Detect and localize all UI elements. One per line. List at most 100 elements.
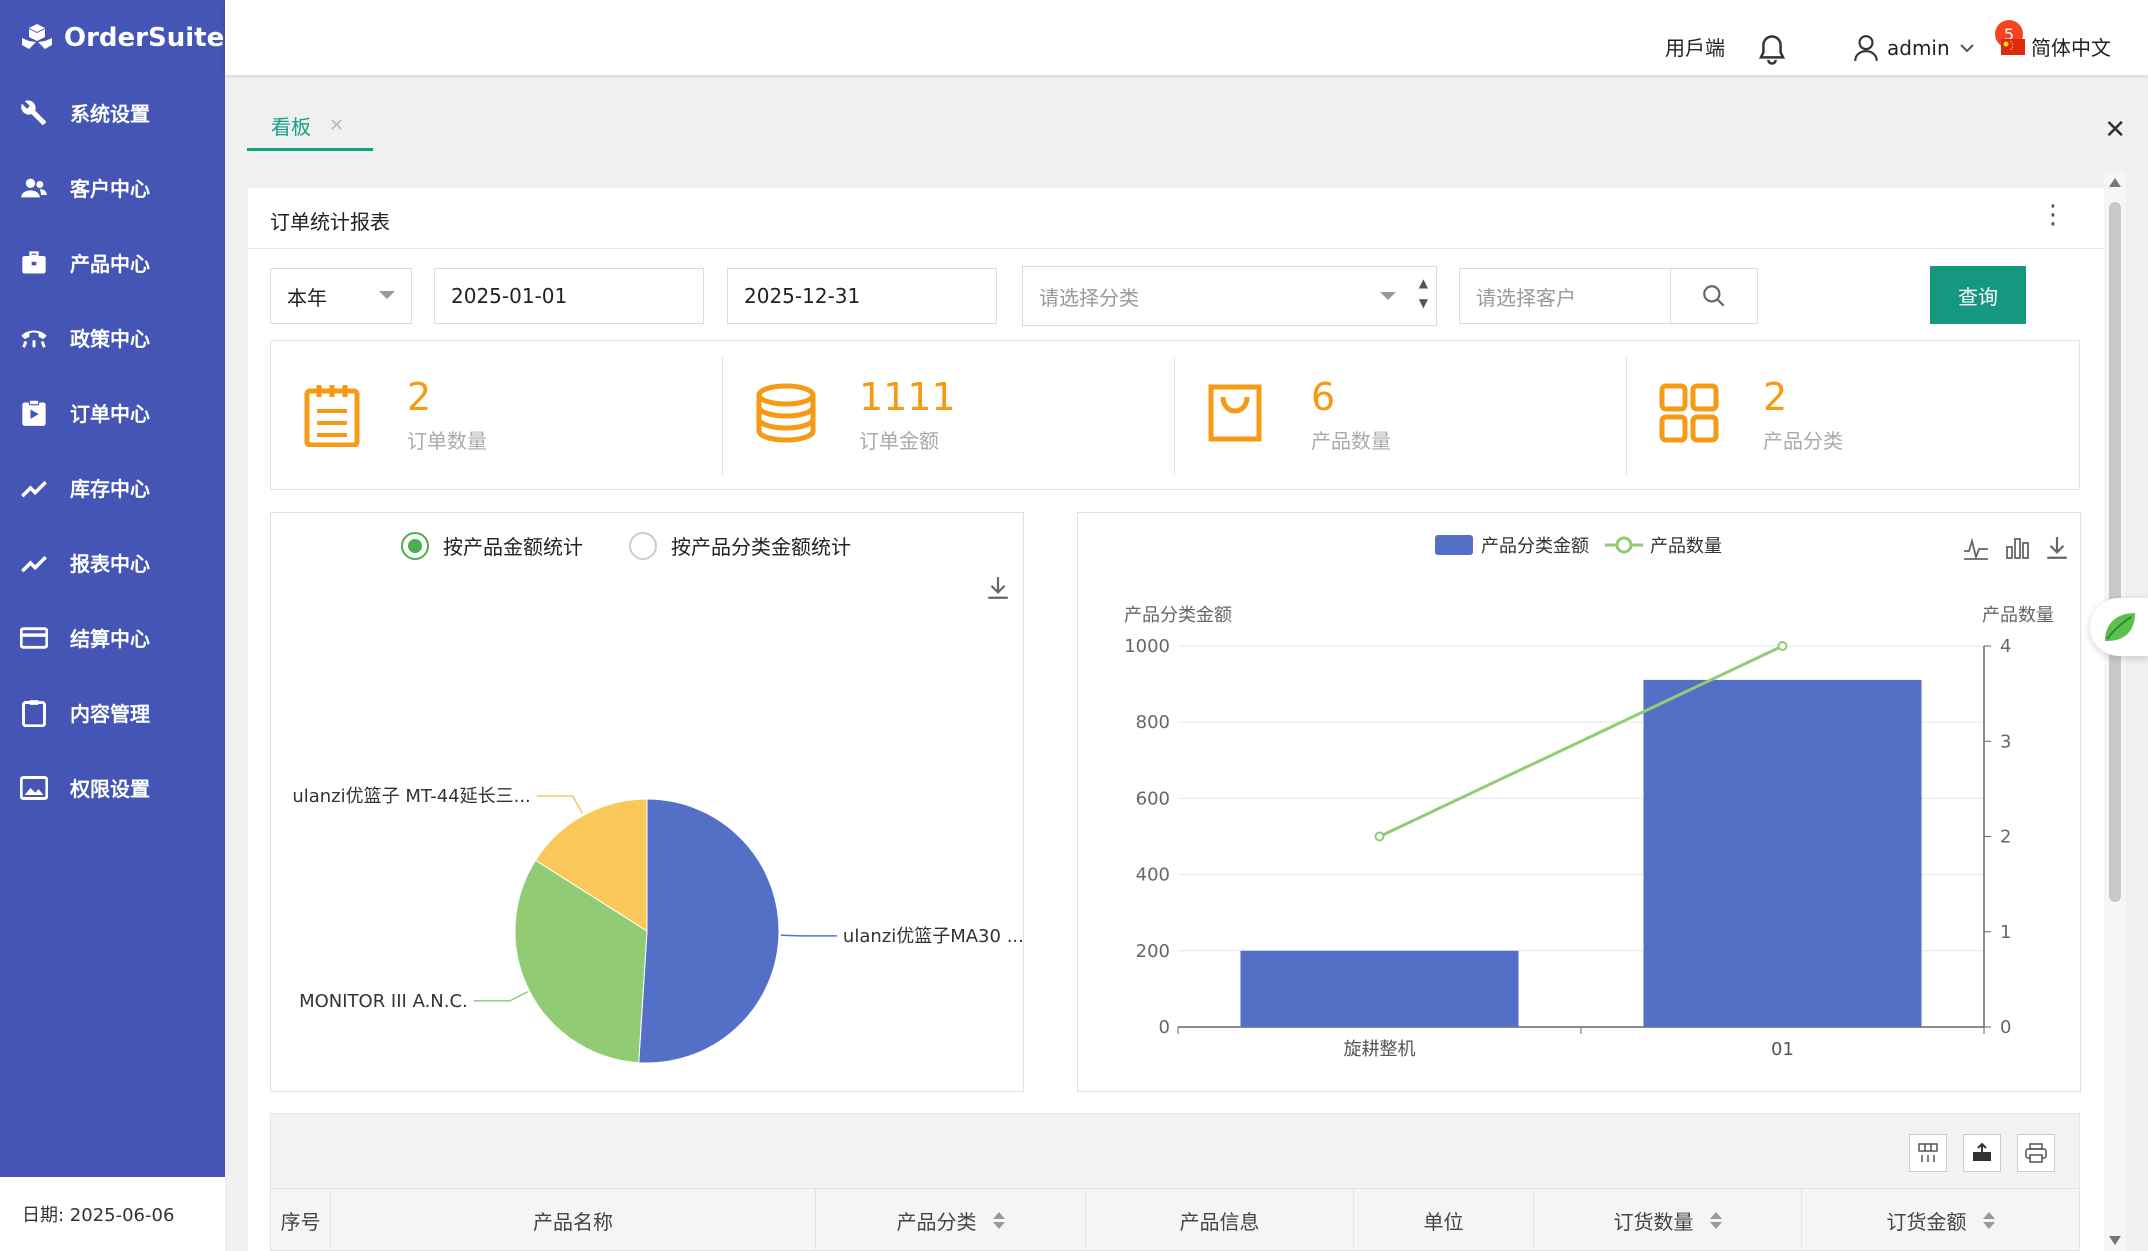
col-header-unit[interactable]: 单位 <box>1354 1189 1534 1251</box>
more-vertical-icon[interactable]: ⋮ <box>2040 202 2066 228</box>
pie-chart-panel: 按产品金额统计 按产品分类金额统计 ulanzi优篮子MA30 ... MONIT… <box>270 512 1024 1092</box>
end-date-value: 2025-12-31 <box>744 284 861 308</box>
user-menu[interactable]: admin <box>1853 34 1974 62</box>
user-name: admin <box>1887 36 1950 60</box>
scroll-thumb[interactable] <box>2109 202 2121 902</box>
col-header-order-amount[interactable]: 订货金额 <box>1802 1189 2079 1251</box>
sidebar-item-reports[interactable]: 报表中心 <box>0 525 225 600</box>
col-header-index[interactable]: 序号 <box>271 1189 331 1251</box>
app-logo[interactable]: OrderSuite <box>0 0 225 75</box>
sidebar-item-products[interactable]: 产品中心 <box>0 225 225 300</box>
bar[interactable] <box>1643 679 1922 1027</box>
sidebar-item-label: 产品中心 <box>70 252 150 276</box>
line-point[interactable] <box>1777 641 1788 651</box>
sidebar-item-label: 库存中心 <box>70 477 150 501</box>
end-date-input[interactable]: 2025-12-31 <box>727 268 997 324</box>
scroll-down-icon[interactable] <box>2109 1236 2121 1245</box>
notepad-icon <box>303 383 361 451</box>
pie-label: MONITOR III A.N.C. <box>299 991 468 1012</box>
app-name: OrderSuite <box>64 22 225 53</box>
sidebar-item-system[interactable]: 系统设置 <box>0 75 225 150</box>
pie-label: ulanzi优篮子 MT-44延长三... <box>292 786 530 807</box>
sidebar-item-label: 订单中心 <box>70 402 150 426</box>
pie-label-line <box>536 795 584 814</box>
china-flag-icon <box>2001 38 2025 55</box>
stat-categories: 2 产品分类 <box>1627 341 2079 491</box>
col-header-product-info[interactable]: 产品信息 <box>1086 1189 1354 1251</box>
bell-icon[interactable] <box>1757 34 1787 66</box>
col-label: 产品名称 <box>533 1209 613 1234</box>
close-icon[interactable]: ✕ <box>329 115 344 136</box>
y-tick-label: 600 <box>1136 788 1170 809</box>
stat-label: 产品数量 <box>1311 429 1391 453</box>
col-label: 产品分类 <box>896 1209 977 1234</box>
col-label: 单位 <box>1423 1209 1464 1234</box>
bar[interactable] <box>1240 950 1519 1027</box>
col-label: 产品信息 <box>1179 1209 1260 1234</box>
category-placeholder: 请选择分类 <box>1039 285 1139 310</box>
stat-amount: 1111 订单金额 <box>723 341 1175 491</box>
sort-icon[interactable] <box>1709 1211 1722 1229</box>
search-icon <box>1703 285 1725 307</box>
user-portal-link[interactable]: 用戶端 <box>1665 32 1725 61</box>
stat-value: 2 <box>407 375 432 419</box>
stat-label: 订单数量 <box>407 429 487 453</box>
legend-label: 产品分类金额 <box>1481 536 1589 557</box>
page-title: 订单统计报表 <box>270 210 390 234</box>
stat-value: 1111 <box>859 375 956 419</box>
clipboard-outline-icon <box>18 697 50 729</box>
columns-icon[interactable] <box>1909 1134 1947 1172</box>
pie-chart: ulanzi优篮子MA30 ... MONITOR III A.N.C. ulanz… <box>292 786 1023 1064</box>
clipboard-icon <box>18 397 50 429</box>
stat-value: 6 <box>1311 375 1336 419</box>
start-date-input[interactable]: 2025-01-01 <box>434 268 704 324</box>
tab-label: 看板 <box>271 115 311 139</box>
category-select[interactable]: 请选择分类 ▲ ▼ <box>1022 266 1437 326</box>
sidebar-item-policy[interactable]: 政策中心 <box>0 300 225 375</box>
legend-marker <box>1615 536 1633 554</box>
sidebar-item-permissions[interactable]: 权限设置 <box>0 750 225 825</box>
export-icon[interactable] <box>1963 1134 2001 1172</box>
sidebar-item-label: 政策中心 <box>70 327 150 351</box>
sidebar-item-orders[interactable]: 订单中心 <box>0 375 225 450</box>
sidebar-item-settlement[interactable]: 结算中心 <box>0 600 225 675</box>
tab-dashboard[interactable]: 看板 ✕ <box>247 103 373 151</box>
scroll-up-icon[interactable] <box>2109 178 2121 187</box>
customer-input[interactable]: 请选择客户 <box>1459 268 1671 324</box>
chevron-down-icon <box>379 291 395 299</box>
search-button[interactable] <box>1670 268 1758 324</box>
sidebar-item-customers[interactable]: 客户中心 <box>0 150 225 225</box>
cubes-icon <box>22 23 52 49</box>
sidebar-item-content[interactable]: 内容管理 <box>0 675 225 750</box>
table-header: 序号 产品名称 产品分类 产品信息 单位 订货数量 订货金额 <box>271 1188 2079 1251</box>
sort-icon[interactable] <box>1982 1211 1995 1229</box>
sidebar-item-inventory[interactable]: 库存中心 <box>0 450 225 525</box>
stat-label: 订单金额 <box>859 429 939 453</box>
credit-card-icon <box>18 622 50 654</box>
close-all-tabs-icon[interactable]: ✕ <box>2104 115 2126 145</box>
y-tick-label: 800 <box>1136 712 1170 733</box>
tab-bar: 看板 ✕ ✕ <box>225 75 2148 185</box>
sort-icon[interactable] <box>992 1211 1005 1229</box>
y-tick-label: 1000 <box>1124 636 1170 657</box>
print-icon[interactable] <box>2017 1134 2055 1172</box>
col-header-product-name[interactable]: 产品名称 <box>331 1189 816 1251</box>
col-header-category[interactable]: 产品分类 <box>816 1189 1086 1251</box>
query-button[interactable]: 查询 <box>1930 266 2026 324</box>
customer-placeholder: 请选择客户 <box>1476 285 1576 310</box>
stepper-arrows-icon[interactable]: ▲ ▼ <box>1419 273 1428 313</box>
legend-swatch-bar[interactable] <box>1435 535 1473 555</box>
col-header-order-qty[interactable]: 订货数量 <box>1534 1189 1802 1251</box>
period-select[interactable]: 本年 <box>270 268 412 324</box>
vertical-scrollbar[interactable] <box>2104 172 2126 1251</box>
col-label: 订货金额 <box>1886 1209 1967 1234</box>
language-select[interactable]: 简体中文 <box>2001 32 2111 61</box>
chevron-down-icon <box>1380 292 1396 300</box>
sidebar-item-label: 内容管理 <box>70 702 150 726</box>
pie-slice[interactable] <box>638 798 780 1064</box>
line-point[interactable] <box>1374 831 1385 842</box>
language-label: 简体中文 <box>2031 36 2111 60</box>
bar-chart-panel: 产品分类金额 产品数量 产品分类金额 产品数量 0 200 400 600 800 1000 0 1 2… <box>1077 512 2081 1092</box>
floating-assistant-button[interactable] <box>2090 598 2148 656</box>
sidebar-item-label: 客户中心 <box>70 177 150 201</box>
